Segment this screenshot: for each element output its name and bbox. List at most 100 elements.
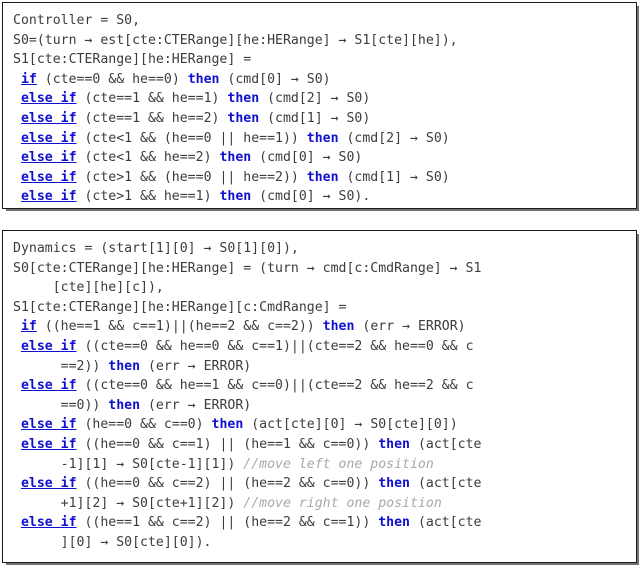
- code-line: ==2)) then (err → ERROR): [13, 357, 632, 377]
- code-line: if (cte==0 && he==0) then (cmd[0] → S0): [13, 70, 632, 90]
- code-token-cmt: //move right one position: [243, 495, 442, 511]
- code-line: else if ((cte==0 && he==0 && c==1)||(cte…: [13, 337, 632, 357]
- code-token-kw: then: [187, 71, 220, 87]
- code-token-text: (cte<1 && (he==0 || he==1)): [76, 130, 307, 146]
- code-token-text: S1[cte:CTERange][he:HERange] =: [13, 52, 252, 68]
- code-block-dynamics: Dynamics = (start[1][0] → S0[1][0]), S0[c…: [2, 230, 637, 563]
- code-line: Controller = S0,: [13, 11, 632, 31]
- code-token-text: (cte==0 && he==0): [36, 71, 188, 87]
- code-token-text: +1][2] → S0[cte+1][2]): [60, 495, 244, 511]
- code-token-text: ((he==0 && c==2) || (he==2 && c==0)): [76, 476, 379, 492]
- code-token-text: S0[cte:CTERange][he:HERange] = (turn → c…: [13, 260, 482, 276]
- code-line: [cte][he][c]),: [13, 278, 632, 298]
- code-token-text: Dynamics = (start[1][0] → S0[1][0]),: [13, 241, 299, 256]
- code-token-text: (he==0 && c==0): [76, 417, 212, 433]
- code-token-kw: then: [322, 319, 355, 335]
- code-line: else if (cte<1 && he==2) then (cmd[0] → …: [13, 148, 632, 168]
- code-token-text: S0=(turn → est[cte:CTERange][he:HERange]…: [13, 32, 458, 48]
- code-token-text: ==0)): [60, 397, 109, 413]
- code-token-kw: then: [378, 476, 410, 492]
- controller-code-body: Controller = S0, S0=(turn → est[cte:CTERa…: [3, 3, 636, 208]
- code-line: if ((he==1 && c==1)||(he==2 && c==2)) th…: [13, 317, 632, 337]
- code-token-kw-u: else if: [20, 91, 77, 107]
- code-line: else if ((cte==0 && he==1 && c==0)||(cte…: [13, 376, 632, 396]
- code-token-text: ((he==1 && c==2) || (he==2 && c==1)): [76, 515, 379, 531]
- code-line: S0=(turn → est[cte:CTERange][he:HERange]…: [13, 31, 632, 51]
- code-line: else if ((he==0 && c==1) || (he==1 && c=…: [13, 435, 632, 455]
- code-token-text: (cmd[0] → S0): [251, 150, 363, 166]
- code-line: ][0] → S0[cte][0]).: [13, 533, 632, 553]
- code-token-text: Controller = S0,: [13, 13, 141, 28]
- code-line: else if (cte>1 && (he==0 || he==2)) then…: [13, 168, 632, 188]
- code-token-kw-u: else if: [20, 130, 77, 146]
- dynamics-code-body: Dynamics = (start[1][0] → S0[1][0]), S0[c…: [3, 231, 636, 559]
- code-token-text: (cte>1 && he==1): [76, 189, 220, 205]
- code-line: else if (cte==1 && he==2) then (cmd[1] →…: [13, 109, 632, 129]
- code-token-kw: then: [378, 515, 410, 531]
- code-line: Dynamics = (start[1][0] → S0[1][0]),: [13, 239, 632, 259]
- code-token-kw-u: else if: [20, 378, 77, 394]
- code-token-kw-u: else if: [20, 476, 77, 492]
- code-token-text: (act[cte][0] → S0[cte][0]): [243, 417, 458, 433]
- code-token-text: (err → ERROR): [140, 397, 252, 413]
- figure-page: Controller = S0, S0=(turn → est[cte:CTERa…: [0, 0, 640, 567]
- code-line: else if (cte<1 && (he==0 || he==1)) then…: [13, 129, 632, 149]
- code-token-text: (cmd[1] → S0): [259, 110, 371, 126]
- code-line: else if (cte>1 && he==1) then (cmd[0] → …: [13, 187, 632, 207]
- code-token-text: ((he==1 && c==1)||(he==2 && c==2)): [36, 319, 323, 335]
- code-token-kw: then: [219, 189, 252, 205]
- code-token-kw-u: else if: [20, 515, 77, 531]
- code-token-kw-u: else if: [20, 169, 77, 185]
- code-token-text: (act[cte: [410, 476, 482, 492]
- code-token-kw: then: [378, 436, 410, 452]
- code-block-controller: Controller = S0, S0=(turn → est[cte:CTERa…: [2, 2, 637, 209]
- code-token-kw-u: else if: [20, 110, 77, 126]
- code-line: +1][2] → S0[cte+1][2]) //move right one …: [13, 494, 632, 514]
- code-token-kw-u: else if: [20, 189, 77, 205]
- code-line: else if (cte==1 && he==1) then (cmd[2] →…: [13, 89, 632, 109]
- code-token-text: -1][1] → S0[cte-1][1]): [60, 456, 244, 472]
- code-token-kw: then: [306, 130, 339, 146]
- code-token-cmt: //move left one position: [243, 456, 434, 472]
- code-token-kw: then: [227, 110, 260, 126]
- code-token-text: [cte][he][c]),: [52, 280, 164, 296]
- code-line: else if ((he==1 && c==2) || (he==2 && c=…: [13, 513, 632, 533]
- code-token-kw: then: [219, 150, 252, 166]
- code-token-text: (cmd[0] → S0): [219, 71, 331, 87]
- code-token-text: (cte<1 && he==2): [76, 150, 220, 166]
- code-token-text: (err → ERROR): [140, 358, 252, 374]
- code-token-kw: then: [108, 397, 141, 413]
- code-token-text: (act[cte: [410, 436, 482, 452]
- code-line: ==0)) then (err → ERROR): [13, 396, 632, 416]
- code-token-kw: then: [108, 358, 141, 374]
- code-token-text: (cmd[1] → S0): [338, 169, 450, 185]
- code-token-kw-u: else if: [20, 436, 77, 452]
- code-token-kw-u: if: [20, 319, 37, 335]
- code-line: S0[cte:CTERange][he:HERange] = (turn → c…: [13, 259, 632, 279]
- code-line: else if (he==0 && c==0) then (act[cte][0…: [13, 415, 632, 435]
- code-line: else if ((he==0 && c==2) || (he==2 && c=…: [13, 474, 632, 494]
- code-token-text: (cte==1 && he==2): [76, 110, 228, 126]
- code-token-text: (cte==1 && he==1): [76, 91, 228, 107]
- code-token-text: ((cte==0 && he==1 && c==0)||(cte==2 && h…: [76, 378, 474, 394]
- code-line: S1[cte:CTERange][he:HERange][c:CmdRange]…: [13, 298, 632, 318]
- code-token-text: (err → ERROR): [354, 319, 466, 335]
- code-token-text: ((he==0 && c==1) || (he==1 && c==0)): [76, 436, 379, 452]
- code-token-kw-u: if: [20, 71, 37, 87]
- code-token-kw: then: [227, 91, 260, 107]
- code-token-kw: then: [211, 417, 244, 433]
- code-token-kw: then: [306, 169, 339, 185]
- code-token-kw-u: else if: [20, 338, 77, 354]
- code-token-text: (cmd[2] → S0): [259, 91, 371, 107]
- code-token-text: (cmd[0] → S0).: [251, 189, 371, 205]
- code-line: S1[cte:CTERange][he:HERange] =: [13, 50, 632, 70]
- code-token-text: ==2)): [60, 358, 109, 374]
- code-token-text: (cte>1 && (he==0 || he==2)): [76, 169, 307, 185]
- code-token-text: ((cte==0 && he==0 && c==1)||(cte==2 && h…: [76, 338, 474, 354]
- code-line: -1][1] → S0[cte-1][1]) //move left one p…: [13, 455, 632, 475]
- code-token-kw-u: else if: [20, 150, 77, 166]
- code-token-kw-u: else if: [20, 417, 77, 433]
- code-token-text: S1[cte:CTERange][he:HERange][c:CmdRange]…: [13, 299, 347, 315]
- code-token-text: (cmd[2] → S0): [338, 130, 450, 146]
- code-token-text: ][0] → S0[cte][0]).: [60, 534, 212, 550]
